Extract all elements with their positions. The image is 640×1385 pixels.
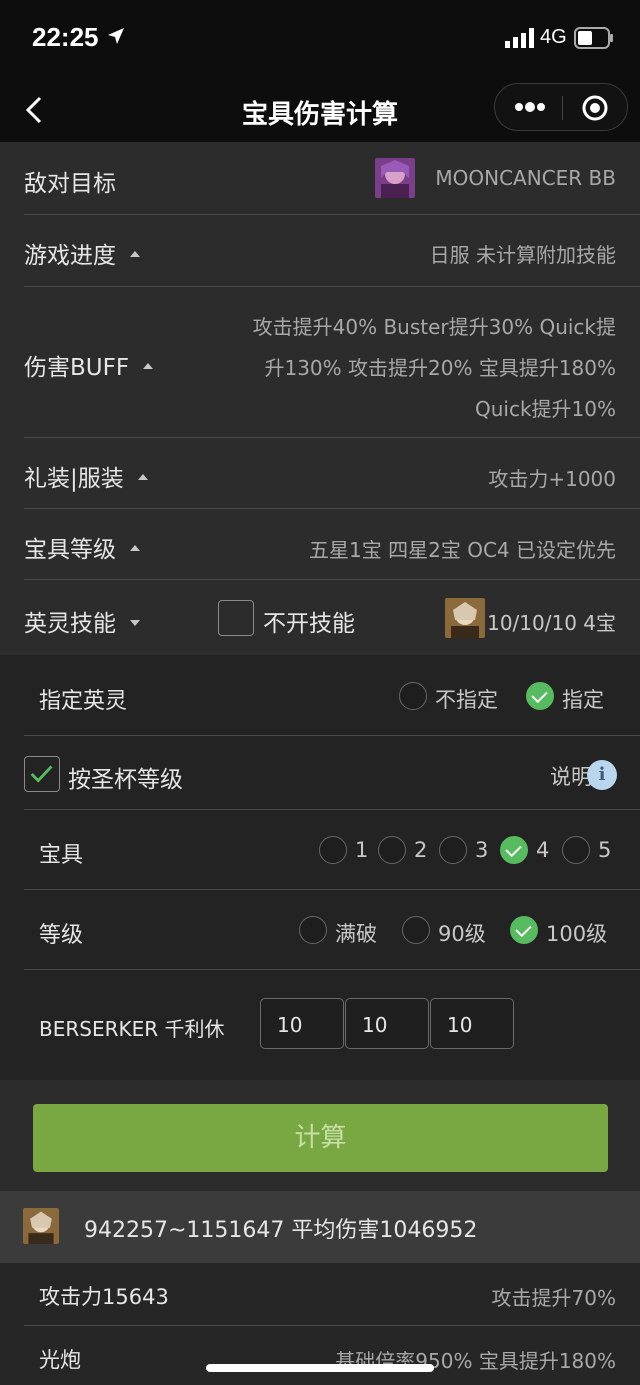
no-skill-label: 不开技能 — [263, 611, 355, 637]
craft-label-wrap: 礼装|服装 — [24, 459, 148, 493]
caret-up-icon — [137, 473, 148, 480]
enemy-label: 敌对目标 — [24, 171, 116, 197]
np-option-5: 5 — [598, 838, 612, 862]
radio-np-1[interactable] — [319, 836, 347, 864]
enemy-row[interactable]: 敌对目标 MOONCANCER BB — [0, 142, 640, 215]
detail-row: 攻击力15643 攻击提升70% — [0, 1263, 640, 1326]
detail-right-1: 攻击提升70% — [491, 1286, 616, 1310]
enemy-value: MOONCANCER BB — [435, 166, 616, 190]
radio-level-90[interactable] — [402, 916, 430, 944]
buff-line-3: Quick提升10% — [474, 397, 616, 421]
progress-label-wrap: 游戏进度 — [24, 236, 140, 270]
radio-np-4[interactable] — [500, 836, 528, 864]
status-bar: 22:25 4G — [0, 0, 640, 80]
no-skill-checkbox[interactable] — [218, 600, 254, 636]
clock: 22:25 — [32, 22, 99, 52]
enemy-avatar — [375, 158, 415, 198]
np-level-label: 宝具等级 — [24, 537, 116, 563]
radio-not-designate[interactable] — [399, 682, 427, 710]
buff-line-1: 攻击提升40% Buster提升30% Quick提 — [252, 315, 616, 339]
level-option-max: 满破 — [335, 922, 377, 946]
detail-left-2: 光炮 — [39, 1348, 81, 1372]
grail-label: 按圣杯等级 — [68, 767, 183, 793]
divider — [24, 969, 640, 970]
location-arrow-icon — [108, 28, 124, 44]
buff-line-2: 升130% 攻击提升20% 宝具提升180% — [264, 356, 616, 380]
capsule-divider — [562, 96, 563, 120]
network-label: 4G — [540, 26, 567, 48]
result-row: 942257~1151647 平均伤害1046952 — [0, 1191, 640, 1263]
skill-label-wrap: 英灵技能 — [24, 604, 140, 638]
level-label: 等级 — [39, 923, 84, 948]
radio-designate[interactable] — [526, 682, 554, 710]
level-row: 等级 满破 90级 100级 — [0, 890, 640, 970]
skill-value: 10/10/10 4宝 — [487, 611, 616, 635]
caret-up-icon — [143, 362, 154, 369]
battery-icon — [574, 27, 613, 49]
result-text: 942257~1151647 平均伤害1046952 — [84, 1218, 478, 1243]
info-icon[interactable]: i — [587, 760, 617, 790]
caret-up-icon — [130, 544, 140, 551]
result-servant-avatar — [23, 1208, 59, 1244]
signal-icon — [505, 28, 534, 48]
np-level-row[interactable]: 宝具等级 五星1宝 四星2宝 OC4 已设定优先 — [0, 509, 640, 580]
help-link[interactable]: 说明 — [550, 761, 592, 791]
level-option-90: 90级 — [438, 922, 486, 946]
np-level-label-wrap: 宝具等级 — [24, 530, 140, 564]
radio-level-max[interactable] — [299, 916, 327, 944]
craft-label: 礼装|服装 — [24, 466, 124, 492]
detail-left-1: 攻击力15643 — [39, 1285, 169, 1309]
skill-label: 英灵技能 — [24, 611, 116, 637]
craft-value: 攻击力+1000 — [488, 467, 616, 491]
progress-label: 游戏进度 — [24, 243, 116, 269]
radio-np-2[interactable] — [378, 836, 406, 864]
progress-value: 日服 未计算附加技能 — [429, 243, 616, 267]
radio-np-5[interactable] — [562, 836, 590, 864]
servant-name: BERSERKER 千利休 — [39, 1017, 225, 1041]
buff-row[interactable]: 伤害BUFF 攻击提升40% Buster提升30% Quick提 升130% … — [0, 287, 640, 438]
nav-bar: 宝具伤害计算 — [0, 80, 640, 142]
skill-1-input[interactable]: 10 — [260, 998, 344, 1049]
buff-label: 伤害BUFF — [24, 355, 130, 381]
np-label: 宝具 — [39, 843, 84, 868]
designate-label: 指定英灵 — [39, 689, 128, 714]
option-not-designate: 不指定 — [435, 688, 498, 712]
close-target-icon[interactable] — [581, 94, 609, 122]
mini-program-capsule — [494, 83, 628, 131]
radio-level-100[interactable] — [510, 916, 538, 944]
designate-row: 指定英灵 不指定 指定 — [0, 655, 640, 736]
grail-checkbox[interactable] — [24, 756, 60, 792]
more-icon[interactable] — [513, 94, 547, 120]
np-row: 宝具 1 2 3 4 5 — [0, 810, 640, 890]
buff-label-wrap: 伤害BUFF — [24, 348, 154, 382]
caret-up-icon — [130, 250, 140, 257]
radio-np-3[interactable] — [439, 836, 467, 864]
skill-3-input[interactable]: 10 — [430, 998, 514, 1049]
np-option-2: 2 — [414, 838, 428, 862]
np-option-4: 4 — [536, 838, 550, 862]
check-icon — [30, 765, 53, 783]
grail-row: 按圣杯等级 说明 i — [0, 736, 640, 810]
caret-down-icon — [130, 619, 140, 626]
home-indicator — [206, 1364, 434, 1372]
np-level-value: 五星1宝 四星2宝 OC4 已设定优先 — [309, 538, 616, 562]
level-option-100: 100级 — [546, 922, 608, 946]
servant-avatar — [445, 598, 485, 638]
detail-row: 光炮 基础倍率950% 宝具提升180% — [0, 1326, 640, 1385]
skill-row[interactable]: 英灵技能 不开技能 10/10/10 4宝 — [0, 580, 640, 655]
np-option-3: 3 — [475, 838, 489, 862]
np-option-1: 1 — [355, 838, 369, 862]
option-designate: 指定 — [562, 688, 604, 712]
skill-2-input[interactable]: 10 — [345, 998, 429, 1049]
progress-row[interactable]: 游戏进度 日服 未计算附加技能 — [0, 215, 640, 287]
calculate-button[interactable]: 计算 — [33, 1104, 608, 1172]
craft-row[interactable]: 礼装|服装 攻击力+1000 — [0, 438, 640, 509]
